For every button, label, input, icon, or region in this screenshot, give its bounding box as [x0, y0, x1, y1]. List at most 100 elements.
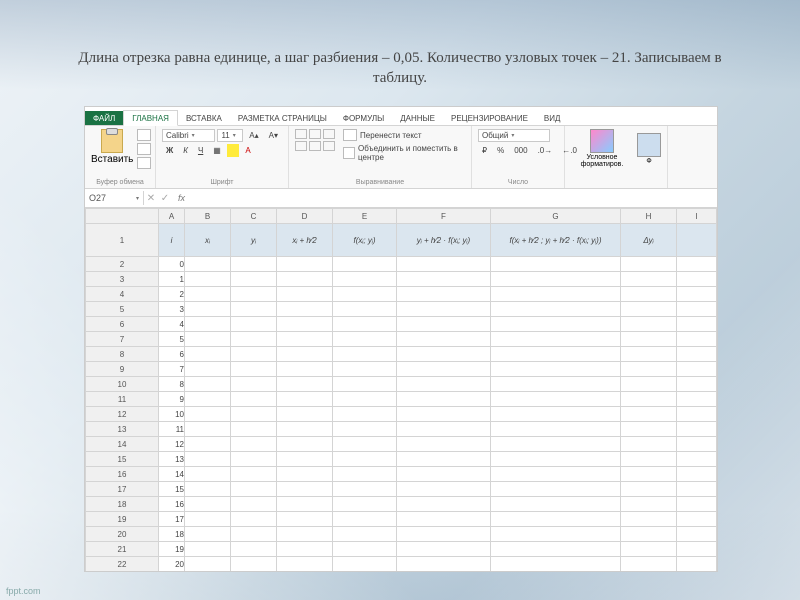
increase-decimal-button[interactable]: .0→ — [534, 144, 557, 157]
cell[interactable] — [621, 362, 677, 377]
col-header[interactable]: I — [677, 209, 717, 224]
cell[interactable] — [231, 482, 277, 497]
row-header[interactable]: 13 — [86, 422, 159, 437]
cell[interactable] — [397, 347, 491, 362]
cell[interactable] — [231, 497, 277, 512]
cell[interactable] — [397, 557, 491, 572]
cell[interactable] — [185, 542, 231, 557]
font-color-button[interactable]: A — [241, 144, 254, 157]
cell[interactable] — [231, 257, 277, 272]
cell[interactable] — [185, 422, 231, 437]
cell[interactable] — [277, 377, 333, 392]
cell[interactable] — [185, 347, 231, 362]
cell[interactable] — [397, 392, 491, 407]
row-header[interactable]: 7 — [86, 332, 159, 347]
cell[interactable]: 20 — [159, 557, 185, 572]
font-size-combo[interactable]: 11▾ — [217, 129, 243, 142]
cell[interactable] — [677, 257, 717, 272]
cell[interactable]: 13 — [159, 452, 185, 467]
bold-button[interactable]: Ж — [162, 144, 177, 157]
header-cell[interactable]: xᵢ — [185, 224, 231, 257]
cell[interactable] — [231, 287, 277, 302]
cell[interactable] — [333, 332, 397, 347]
cell[interactable] — [491, 302, 621, 317]
cell[interactable] — [491, 542, 621, 557]
cell[interactable] — [491, 347, 621, 362]
cell[interactable] — [333, 392, 397, 407]
cell[interactable]: 12 — [159, 437, 185, 452]
cell[interactable] — [231, 317, 277, 332]
row-header[interactable]: 17 — [86, 482, 159, 497]
cell[interactable] — [185, 392, 231, 407]
cell[interactable] — [397, 257, 491, 272]
col-header[interactable]: H — [621, 209, 677, 224]
cell[interactable]: 2 — [159, 287, 185, 302]
cell[interactable] — [677, 452, 717, 467]
row-header[interactable]: 11 — [86, 392, 159, 407]
cell[interactable] — [231, 437, 277, 452]
cell[interactable] — [231, 377, 277, 392]
tab-formulas[interactable]: ФОРМУЛЫ — [335, 111, 392, 125]
cell[interactable] — [333, 437, 397, 452]
header-cell[interactable]: xᵢ + h⁄2 — [277, 224, 333, 257]
cell[interactable] — [677, 542, 717, 557]
cell[interactable] — [621, 497, 677, 512]
cell[interactable] — [277, 467, 333, 482]
decrease-font-icon[interactable]: A▾ — [265, 129, 282, 142]
cell[interactable] — [277, 422, 333, 437]
col-header[interactable]: C — [231, 209, 277, 224]
cell[interactable] — [491, 362, 621, 377]
cell[interactable] — [185, 407, 231, 422]
row-header[interactable]: 15 — [86, 452, 159, 467]
cell[interactable]: 14 — [159, 467, 185, 482]
cell[interactable] — [333, 542, 397, 557]
row-header[interactable]: 1 — [86, 224, 159, 257]
cell[interactable] — [333, 302, 397, 317]
cell[interactable] — [277, 527, 333, 542]
cell[interactable] — [231, 467, 277, 482]
cell[interactable] — [333, 362, 397, 377]
cell[interactable] — [277, 287, 333, 302]
header-cell[interactable] — [677, 224, 717, 257]
row-header[interactable]: 4 — [86, 287, 159, 302]
cell[interactable] — [491, 497, 621, 512]
cell[interactable] — [333, 512, 397, 527]
italic-button[interactable]: К — [179, 144, 192, 157]
cell[interactable] — [185, 482, 231, 497]
cell[interactable]: 7 — [159, 362, 185, 377]
cell[interactable] — [397, 497, 491, 512]
currency-button[interactable]: ₽ — [478, 144, 491, 157]
cell[interactable]: 8 — [159, 377, 185, 392]
cell[interactable] — [491, 482, 621, 497]
cell[interactable] — [333, 482, 397, 497]
cell[interactable] — [277, 452, 333, 467]
cell[interactable] — [333, 527, 397, 542]
cell[interactable] — [185, 287, 231, 302]
row-header[interactable]: 14 — [86, 437, 159, 452]
row-header[interactable]: 9 — [86, 362, 159, 377]
cell[interactable] — [621, 302, 677, 317]
cell[interactable] — [677, 407, 717, 422]
col-header[interactable]: B — [185, 209, 231, 224]
cell[interactable] — [491, 467, 621, 482]
cell[interactable] — [621, 272, 677, 287]
cell[interactable] — [277, 437, 333, 452]
cell[interactable]: 17 — [159, 512, 185, 527]
cell[interactable] — [677, 437, 717, 452]
cell[interactable] — [397, 377, 491, 392]
cell[interactable] — [397, 287, 491, 302]
cell[interactable] — [621, 437, 677, 452]
cell[interactable] — [277, 362, 333, 377]
cell[interactable] — [185, 452, 231, 467]
cell[interactable] — [677, 392, 717, 407]
tab-pagelayout[interactable]: РАЗМЕТКА СТРАНИЦЫ — [230, 111, 335, 125]
row-header[interactable]: 20 — [86, 527, 159, 542]
cell[interactable] — [491, 512, 621, 527]
cell[interactable]: 3 — [159, 302, 185, 317]
cell[interactable] — [185, 497, 231, 512]
cell[interactable]: 10 — [159, 407, 185, 422]
cell[interactable] — [677, 557, 717, 572]
tab-insert[interactable]: ВСТАВКА — [178, 111, 230, 125]
cell[interactable] — [621, 542, 677, 557]
cell[interactable] — [277, 512, 333, 527]
